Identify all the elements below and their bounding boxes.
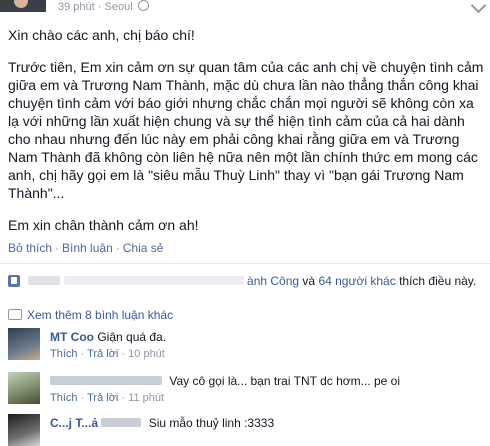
commenter-avatar[interactable] — [8, 328, 40, 360]
view-more-comments[interactable]: Xem thêm 8 bình luận khác — [8, 308, 173, 322]
comment-time[interactable]: 10 phút — [128, 348, 165, 360]
comment-time[interactable]: 11 phút — [128, 392, 164, 404]
comment-bubble-icon — [8, 309, 22, 320]
commenter-name[interactable]: MT Coo — [50, 330, 94, 344]
commenter-name-blurred[interactable] — [50, 376, 162, 385]
comment-reply-link[interactable]: Trả lời — [87, 392, 118, 404]
thumbs-up-icon — [8, 275, 20, 287]
comment-line: C...j T...ả Siu mẫo thuỷ linh :3333 — [50, 416, 274, 430]
liker-name-link[interactable]: ành Công — [247, 274, 299, 288]
author-avatar[interactable] — [0, 0, 46, 12]
comment-text: Vay cô gọi là... bạn trai TNT dc hơm... … — [169, 374, 400, 388]
meta-separator: · — [97, 1, 102, 13]
meta-dot: · — [121, 348, 126, 360]
comment-reply-link[interactable]: Trả lời — [87, 348, 118, 360]
comment-text: Giận quá đa. — [97, 330, 167, 344]
commenter-name[interactable]: C...j T...ả — [50, 416, 98, 430]
comment-meta: Thích · Trả lời · 11 phút — [50, 392, 164, 404]
blurred-name — [28, 276, 61, 285]
post-header: 39 phút · Seoul — [0, 0, 490, 14]
post-actions: Bỏ thích · Bình luận · Chia sẻ — [8, 241, 163, 255]
post-time[interactable]: 39 phút — [58, 1, 95, 13]
comment-item: Vay cô gọi là... bạn trai TNT dc hơm... … — [8, 372, 490, 408]
action-dot: · — [115, 241, 120, 255]
post-paragraph: Trước tiên, Em xin cảm ơn sự quan tâm củ… — [8, 59, 484, 201]
comment-like-link[interactable]: Thích — [50, 348, 78, 360]
chevron-down-icon[interactable] — [470, 0, 487, 14]
meta-dot: · — [121, 392, 126, 404]
meta-dot: · — [80, 348, 85, 360]
post-meta: 39 phút · Seoul — [58, 0, 149, 13]
comment-meta: Thích · Trả lời · 10 phút — [50, 348, 165, 360]
comment-line: Vay cô gọi là... bạn trai TNT dc hơm... … — [50, 374, 400, 388]
unlike-link[interactable]: Bỏ thích — [8, 241, 52, 255]
divider — [0, 263, 490, 264]
action-dot: · — [55, 241, 60, 255]
commenter-avatar[interactable] — [8, 372, 40, 404]
commenter-avatar[interactable] — [8, 414, 40, 446]
comment-line: MT Coo Giận quá đa. — [50, 330, 166, 344]
likes-suffix: thích điều này. — [399, 274, 477, 288]
comment-item: C...j T...ả Siu mẫo thuỷ linh :3333 — [8, 414, 490, 446]
post-paragraph: Em xin chân thành cảm ơn ah! — [8, 217, 199, 233]
likes-joiner: và — [302, 274, 316, 288]
post-body: Xin chào các anh, chị báo chí! Trước tiê… — [8, 26, 486, 248]
likes-summary: ành Công và 64 người khác thích điều này… — [8, 274, 476, 290]
meta-dot: · — [80, 392, 85, 404]
post-location[interactable]: Seoul — [105, 1, 133, 13]
commenter-name-blurred — [101, 418, 142, 427]
view-more-label[interactable]: Xem thêm 8 bình luận khác — [27, 308, 173, 322]
comment-link[interactable]: Bình luận — [62, 241, 113, 255]
comment-text: Siu mẫo thuỷ linh :3333 — [148, 416, 275, 430]
blurred-name — [63, 276, 244, 285]
post-paragraph: Xin chào các anh, chị báo chí! — [8, 27, 195, 43]
share-link[interactable]: Chia sẻ — [123, 241, 164, 255]
comment-item: MT Coo Giận quá đa. Thích · Trả lời · 10… — [8, 328, 490, 364]
others-link[interactable]: 64 người khác — [318, 274, 395, 288]
comment-like-link[interactable]: Thích — [50, 392, 78, 404]
globe-icon[interactable] — [137, 0, 149, 11]
